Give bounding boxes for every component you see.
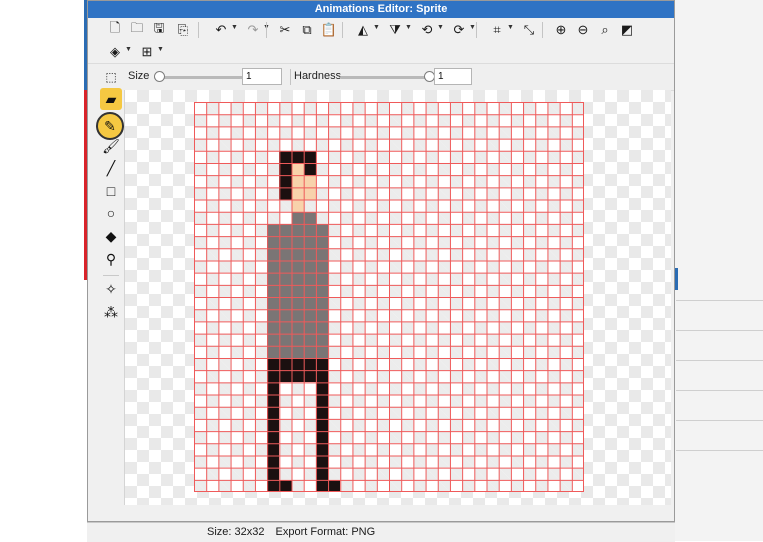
- dropdown-arrow-icon[interactable]: ▼: [405, 24, 412, 31]
- toolbar-separator: [290, 69, 291, 85]
- redo-icon[interactable]: ↷: [244, 21, 262, 39]
- cut-icon[interactable]: ✂: [276, 21, 294, 39]
- export-icon[interactable]: ⎘: [174, 21, 192, 39]
- dropdown-arrow-icon[interactable]: ▼: [507, 24, 514, 31]
- secondary-toolbar: ◈ ▼ ⊞ ▼: [88, 41, 674, 63]
- tools-separator: [103, 275, 119, 276]
- zoom-out-icon[interactable]: ⊖: [574, 21, 592, 39]
- eraser-tool-icon[interactable]: ▰: [100, 88, 122, 110]
- brush-tool-icon[interactable]: 🖌: [100, 135, 122, 157]
- copy-icon[interactable]: ⧉: [298, 21, 316, 39]
- dropdown-arrow-icon[interactable]: ▼: [231, 24, 238, 31]
- save-icon[interactable]: 🖫: [150, 20, 168, 39]
- fill-bucket-tool-icon[interactable]: ◆: [100, 225, 122, 247]
- magic-wand-tool-icon[interactable]: ✧: [100, 278, 122, 300]
- crop-icon[interactable]: ⌗: [488, 21, 506, 39]
- resize-icon[interactable]: ⤡: [520, 21, 538, 39]
- toolbar-separator: [198, 22, 199, 38]
- flip-horizontal-icon[interactable]: ◭: [354, 21, 372, 39]
- layers-icon[interactable]: ◈: [106, 43, 124, 61]
- toolbar-separator: [542, 22, 543, 38]
- tool-options-bar: ⬚ Size 1 Hardness 1: [88, 63, 674, 91]
- new-file-icon[interactable]: 🗋: [106, 20, 124, 39]
- eyedropper-tool-icon[interactable]: ⚲: [100, 248, 122, 270]
- zoom-in-icon[interactable]: ⊕: [552, 21, 570, 39]
- window-title: Animations Editor: Sprite: [88, 1, 674, 18]
- ellipse-tool-icon[interactable]: ○: [100, 202, 122, 224]
- sprite-canvas[interactable]: [194, 102, 584, 492]
- selection-icon[interactable]: ⬚: [102, 68, 120, 86]
- undo-icon[interactable]: ↶: [212, 21, 230, 39]
- background-divider: [676, 450, 763, 451]
- status-bar: Size: 32x32 Export Format: PNG: [87, 522, 675, 542]
- rectangle-tool-icon[interactable]: □: [100, 180, 122, 202]
- line-tool-icon[interactable]: ╱: [100, 157, 122, 179]
- dropdown-arrow-icon[interactable]: ▼: [437, 24, 444, 31]
- dropdown-arrow-icon[interactable]: ▼: [469, 24, 476, 31]
- background-divider: [676, 390, 763, 391]
- rotate-right-icon[interactable]: ⟳: [450, 21, 468, 39]
- background-divider: [676, 420, 763, 421]
- toolbar-separator: [476, 22, 477, 38]
- status-export-format: Export Format: PNG: [275, 526, 376, 538]
- rotate-left-icon[interactable]: ⟲: [418, 21, 436, 39]
- dropdown-arrow-icon[interactable]: ▼: [157, 46, 164, 53]
- grid-icon[interactable]: ⊞: [138, 43, 156, 61]
- size-slider[interactable]: [154, 76, 244, 79]
- pixel-grid: [194, 102, 584, 492]
- tools-panel: ▰ ✎ 🖌 ╱ □ ○ ◆ ⚲ ✧ ⁂: [88, 88, 125, 505]
- hardness-slider[interactable]: [340, 76, 430, 79]
- zoom-actual-icon[interactable]: ◩: [618, 21, 636, 39]
- paste-icon[interactable]: 📋: [320, 21, 338, 39]
- background-right: [672, 0, 763, 541]
- size-slider-thumb[interactable]: [154, 71, 165, 82]
- main-toolbar: 🗋🗀🖫⎘↶▼↷▼✂⧉📋◭▼⧩▼⟲▼⟳▼⌗▼⤡⊕⊖⌕◩: [88, 19, 674, 41]
- hardness-input[interactable]: 1: [434, 68, 472, 85]
- size-label: Size: [128, 70, 150, 82]
- background-left: [0, 0, 90, 520]
- open-folder-icon[interactable]: 🗀: [128, 20, 146, 39]
- size-input[interactable]: 1: [242, 68, 282, 85]
- hardness-label: Hardness: [294, 70, 342, 82]
- transform-tool-icon[interactable]: ⁂: [100, 301, 122, 323]
- dropdown-arrow-icon[interactable]: ▼: [373, 24, 380, 31]
- status-size: Size: 32x32: [207, 526, 265, 538]
- background-divider: [676, 330, 763, 331]
- toolbar-separator: [266, 22, 267, 38]
- toolbar-separator: [342, 22, 343, 38]
- zoom-fit-icon[interactable]: ⌕: [596, 21, 614, 39]
- dropdown-arrow-icon[interactable]: ▼: [125, 46, 132, 53]
- flip-vertical-icon[interactable]: ⧩: [386, 21, 404, 39]
- background-divider: [676, 360, 763, 361]
- background-divider: [676, 300, 763, 301]
